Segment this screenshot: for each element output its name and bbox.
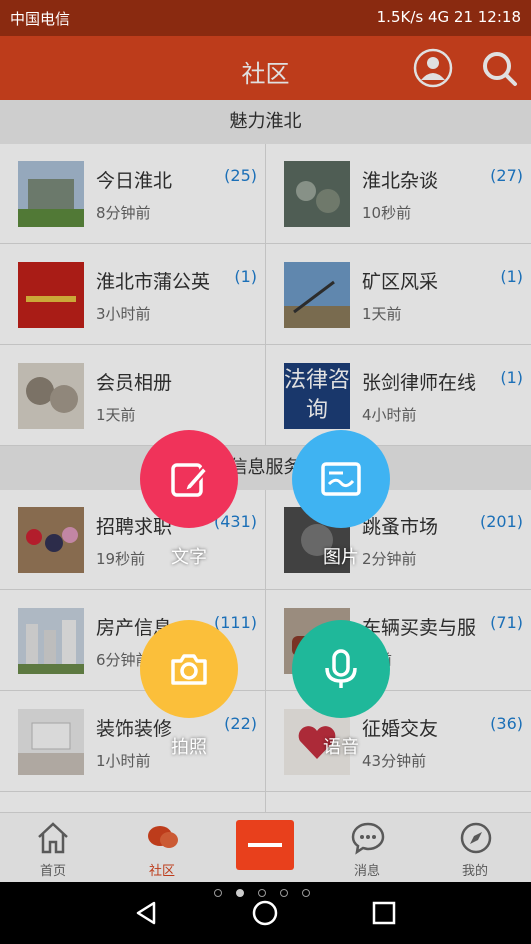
- recents-icon[interactable]: [372, 901, 396, 925]
- post-text-button[interactable]: [140, 430, 238, 528]
- fab-label: 语音: [323, 737, 359, 758]
- page-dot: [258, 889, 266, 897]
- page-dot-active: [236, 889, 244, 897]
- home-circle-icon[interactable]: [252, 900, 278, 926]
- image-icon: [321, 462, 361, 496]
- dim-overlay[interactable]: [0, 36, 531, 882]
- close-publish-button[interactable]: [236, 820, 294, 870]
- fab-label: 图片: [323, 547, 359, 568]
- status-right: 1.5K/s 4G 21 12:18: [376, 8, 521, 26]
- status-bar: 中国电信 1.5K/s 4G 21 12:18: [0, 0, 531, 36]
- take-photo-button[interactable]: [140, 620, 238, 718]
- fab-label: 拍照: [171, 737, 207, 758]
- minus-icon: [248, 843, 282, 847]
- post-image-button[interactable]: [292, 430, 390, 528]
- record-voice-button[interactable]: [292, 620, 390, 718]
- carrier-label: 中国电信: [10, 10, 71, 28]
- page-dot: [214, 889, 222, 897]
- microphone-icon: [325, 649, 357, 688]
- page-dot: [280, 889, 288, 897]
- camera-icon: [171, 654, 207, 685]
- page-dot: [302, 889, 310, 897]
- fab-label: 文字: [171, 547, 207, 568]
- back-icon[interactable]: [134, 900, 160, 926]
- edit-icon: [171, 463, 209, 497]
